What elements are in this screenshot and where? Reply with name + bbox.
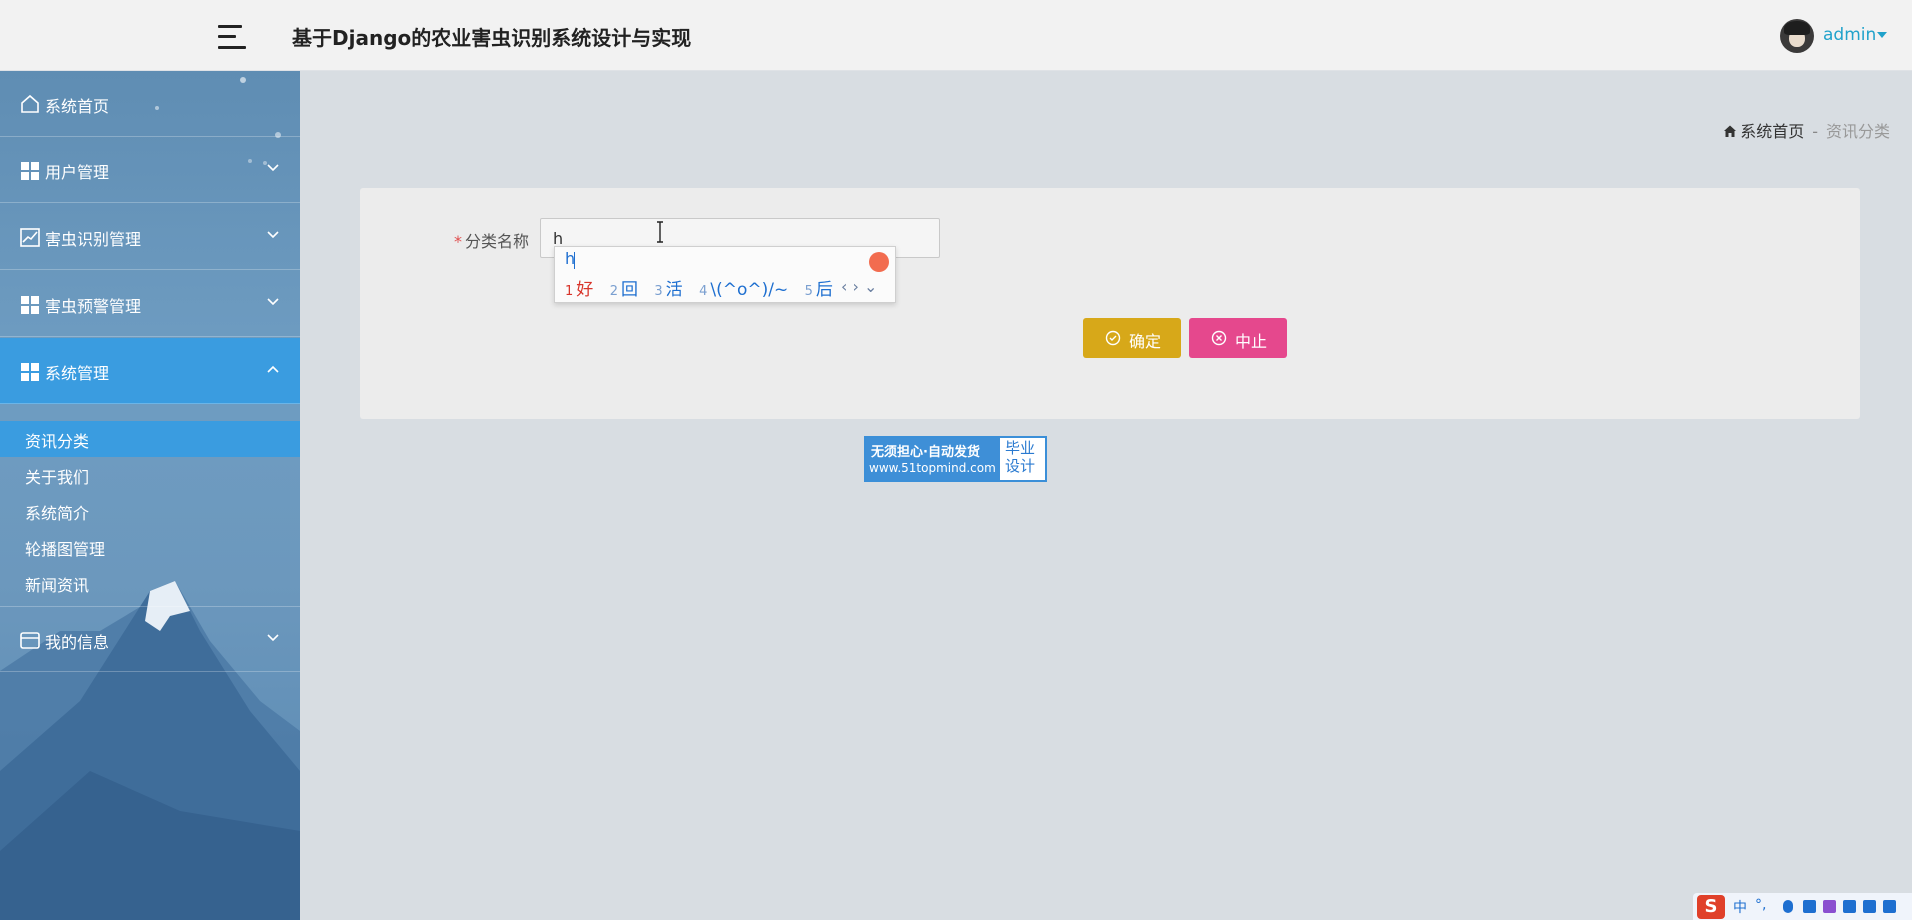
wallet-icon: [20, 632, 40, 649]
ime-page-arrows[interactable]: ‹ › ⌄: [841, 277, 877, 296]
sidebar-item-home[interactable]: 系统首页: [0, 71, 300, 137]
sogou-logo-icon[interactable]: S: [1697, 895, 1725, 919]
chevron-down-icon: [267, 231, 279, 239]
ime-candidate-text: 回: [620, 280, 638, 300]
ime-candidate[interactable]: 2回: [610, 275, 638, 300]
avatar[interactable]: [1780, 19, 1814, 53]
ime-candidate[interactable]: 5后: [805, 275, 833, 300]
top-header: 基于Django的农业害虫识别系统设计与实现 admin: [0, 0, 1912, 71]
breadcrumb-current: 资讯分类: [1825, 122, 1890, 141]
ime-candidate-list: 1好 2回 3活 4 \(^o^)/~ 5后: [565, 275, 844, 300]
promo-url: www.51topmind.com: [869, 461, 996, 475]
ime-candidate-number: 2: [609, 284, 618, 299]
sidebar-item-label: 系统首页: [45, 97, 110, 116]
sidebar-item-label: 用户管理: [45, 163, 110, 182]
sidebar-item-pest-identification[interactable]: 害虫识别管理: [0, 204, 300, 270]
check-circle-icon: [1105, 330, 1121, 346]
cancel-button[interactable]: 中止: [1189, 318, 1287, 358]
promo-right-line: 毕业: [1005, 439, 1036, 457]
ime-candidate-number: 4: [699, 284, 708, 299]
chevron-down-icon: [267, 298, 279, 306]
ime-candidate-text: 好: [576, 280, 594, 300]
sidebar-subitem-news-category[interactable]: 资讯分类: [0, 421, 300, 457]
category-name-label-text: 分类名称: [465, 232, 530, 251]
ime-lang-toggle[interactable]: 中: [1733, 897, 1747, 917]
ime-candidate-number: 3: [654, 284, 663, 299]
chevron-up-icon: [267, 365, 279, 373]
breadcrumb-separator: -: [1812, 122, 1818, 141]
sidebar-subitem-about-us[interactable]: 关于我们: [0, 457, 300, 493]
sidebar-item-users[interactable]: 用户管理: [0, 137, 300, 203]
confirm-button-label: 确定: [1129, 334, 1162, 351]
chevron-down-icon: [267, 634, 279, 642]
required-mark: *: [454, 232, 462, 251]
chevron-down-icon: [267, 164, 279, 172]
caret-down-icon[interactable]: [1877, 32, 1887, 38]
confirm-button[interactable]: 确定: [1083, 318, 1181, 358]
settings-icon[interactable]: [1883, 900, 1896, 913]
ime-candidate-number: 5: [804, 284, 813, 299]
sidebar-subitem-label: 新闻资讯: [25, 576, 90, 595]
user-menu[interactable]: admin: [1823, 25, 1876, 45]
ime-candidate-popup: h 1好 2回 3活 4 \(^o^)/~ 5后 ‹ › ⌄: [554, 246, 896, 303]
sidebar-subitem-carousel[interactable]: 轮播图管理: [0, 529, 300, 565]
sidebar-subitem-label: 资讯分类: [25, 432, 90, 451]
ime-candidate-text: 后: [815, 280, 833, 300]
category-name-label: * 分类名称: [454, 228, 529, 252]
sidebar-item-system[interactable]: 系统管理: [0, 338, 300, 404]
sidebar: 系统首页 用户管理 害虫识别管理 害虫预警管理 系统管理 资讯分类 关于我们 系…: [0, 71, 300, 920]
ime-caret: [574, 252, 575, 269]
chart-icon: [20, 228, 40, 247]
keyboard-icon[interactable]: [1803, 900, 1816, 913]
ime-candidate-text: \(^o^)/~: [710, 280, 789, 300]
breadcrumb: 系统首页 - 资讯分类: [1723, 118, 1890, 142]
close-circle-icon: [1211, 330, 1227, 346]
sidebar-item-label: 害虫预警管理: [45, 297, 142, 316]
sidebar-subitem-label: 关于我们: [25, 468, 90, 487]
sidebar-item-label: 害虫识别管理: [45, 230, 142, 249]
ime-status-bar: S 中 °,: [1693, 893, 1912, 920]
sidebar-item-my-info[interactable]: 我的信息: [0, 606, 300, 672]
grid-icon: [21, 363, 39, 381]
sidebar-subitem-news[interactable]: 新闻资讯: [0, 565, 300, 601]
grid-apps-icon[interactable]: [1863, 900, 1876, 913]
promo-text: 无须担心·自动发货: [871, 445, 980, 460]
sidebar-item-pest-warning[interactable]: 害虫预警管理: [0, 271, 300, 337]
text-cursor-icon: [657, 221, 663, 243]
sidebar-item-label: 我的信息: [45, 633, 110, 652]
sidebar-item-label: 系统管理: [45, 364, 110, 383]
sidebar-subitem-system-intro[interactable]: 系统简介: [0, 493, 300, 529]
ime-candidate[interactable]: 3活: [654, 275, 682, 300]
promo-badge[interactable]: 无须担心·自动发货 www.51topmind.com 毕业 设计: [864, 436, 1047, 482]
promo-right: 毕业 设计: [1005, 439, 1035, 475]
microphone-icon[interactable]: [1783, 900, 1793, 913]
ime-candidate-text: 活: [665, 280, 683, 300]
grid-icon: [21, 296, 39, 314]
ime-skin-icon[interactable]: [869, 252, 889, 272]
breadcrumb-home-link[interactable]: 系统首页: [1740, 122, 1804, 141]
cancel-button-label: 中止: [1235, 334, 1268, 351]
home-icon: [21, 94, 39, 113]
promo-right-line: 设计: [1005, 457, 1036, 475]
ime-candidate-number: 1: [565, 284, 574, 299]
sidebar-subitem-label: 系统简介: [25, 504, 90, 523]
app-title: 基于Django的农业害虫识别系统设计与实现: [292, 26, 692, 50]
sidebar-subitem-label: 轮播图管理: [25, 540, 106, 559]
ime-candidate[interactable]: 4 \(^o^)/~: [699, 280, 788, 300]
ime-candidate[interactable]: 1好: [565, 275, 593, 300]
home-icon: [1724, 125, 1737, 137]
ime-punct-toggle[interactable]: °,: [1755, 897, 1766, 913]
grid-icon: [21, 162, 39, 180]
promo-left: 无须担心·自动发货 www.51topmind.com: [866, 438, 1000, 480]
toolbox-icon[interactable]: [1843, 900, 1856, 913]
menu-toggle-icon[interactable]: [218, 25, 246, 49]
skin-icon[interactable]: [1823, 900, 1836, 913]
